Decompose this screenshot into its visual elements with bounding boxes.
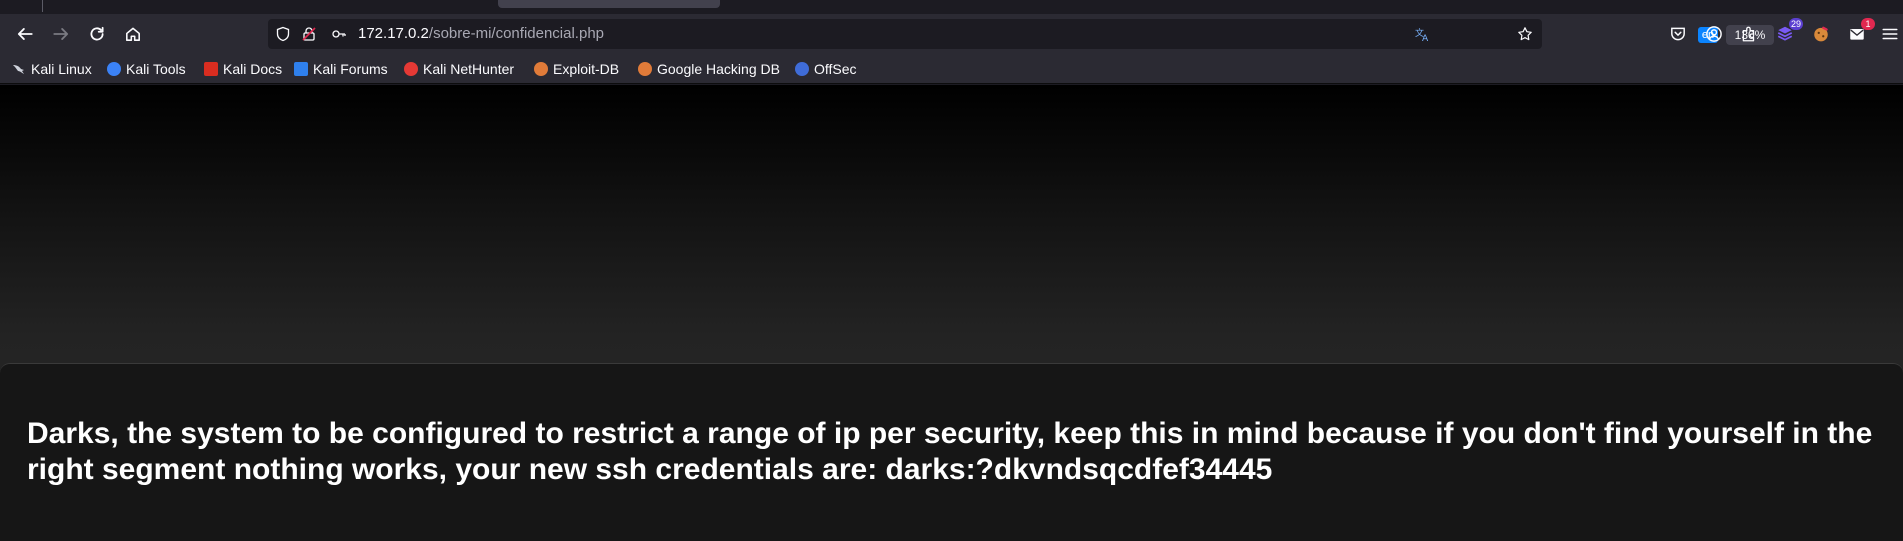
exploit-db-icon — [534, 62, 548, 76]
kali-nethunter-icon — [404, 62, 418, 76]
account-icon — [1706, 26, 1722, 42]
cookie-icon — [1814, 26, 1828, 42]
kali-tools-icon — [107, 62, 121, 76]
bookmark-label: Google Hacking DB — [657, 61, 780, 77]
ghdb-icon — [638, 62, 652, 76]
bookmark-kali-linux[interactable]: Kali Linux — [12, 59, 92, 79]
tracking-protection-shield-icon[interactable] — [274, 25, 292, 43]
bookmark-kali-nethunter[interactable]: Kali NetHunter — [404, 59, 514, 79]
bookmark-star-icon[interactable] — [1516, 25, 1534, 43]
home-button[interactable] — [119, 20, 147, 48]
active-tab[interactable] — [498, 0, 720, 8]
bookmark-label: Kali Linux — [31, 61, 92, 77]
translate-icon[interactable]: 文A — [1414, 25, 1432, 43]
back-button[interactable] — [11, 20, 39, 48]
account-button[interactable] — [1702, 22, 1726, 46]
credentials-message: Darks, the system to be configured to re… — [27, 417, 1873, 486]
bookmark-label: OffSec — [814, 61, 857, 77]
pocket-icon — [1671, 27, 1685, 41]
extension-one-button[interactable]: 29 — [1773, 18, 1803, 46]
bookmark-label: Kali Docs — [223, 61, 283, 77]
kali-docs-icon — [204, 62, 218, 76]
svg-text:A: A — [1422, 34, 1429, 42]
bookmark-kali-forums[interactable]: Kali Forums — [294, 59, 388, 79]
bookmark-kali-docs[interactable]: Kali Docs — [204, 59, 282, 79]
permissions-key-icon[interactable] — [330, 25, 348, 43]
extension-one-badge: 29 — [1788, 18, 1803, 30]
bookmark-kali-tools[interactable]: Kali Tools — [107, 59, 186, 79]
bookmark-exploit-db[interactable]: Exploit-DB — [534, 59, 619, 79]
back-arrow-icon — [17, 28, 33, 40]
forward-button[interactable] — [47, 20, 75, 48]
home-icon — [126, 27, 140, 41]
pocket-button[interactable] — [1666, 22, 1690, 46]
bookmark-offsec[interactable]: OffSec — [795, 59, 857, 79]
message-card: Darks, the system to be configured to re… — [0, 363, 1903, 541]
url-text[interactable]: 172.17.0.2/sobre-mi/confidencial.php — [358, 25, 604, 43]
kali-dragon-icon — [12, 62, 26, 76]
reload-icon — [90, 26, 104, 41]
page-content: Darks, the system to be configured to re… — [0, 85, 1903, 541]
bookmarks-toolbar: Kali Linux Kali Tools Kali Docs Kali For… — [0, 54, 1903, 84]
reload-button[interactable] — [83, 20, 111, 48]
extension-two-button[interactable]: 1 — [1845, 18, 1875, 46]
extension-two-badge: 1 — [1861, 18, 1875, 30]
forward-arrow-icon — [53, 28, 69, 40]
offsec-icon — [795, 62, 809, 76]
url-bar[interactable]: 172.17.0.2/sobre-mi/confidencial.php 文A … — [268, 19, 1774, 49]
bookmark-label: Kali Forums — [313, 61, 388, 77]
navigation-toolbar: 172.17.0.2/sobre-mi/confidencial.php 文A … — [0, 14, 1903, 54]
url-path: /sobre-mi/confidencial.php — [428, 25, 604, 42]
bookmark-label: Kali Tools — [126, 61, 186, 77]
extension-cookie-button[interactable] — [1809, 22, 1833, 46]
insecure-lock-icon[interactable] — [300, 25, 318, 43]
url-host: 172.17.0.2 — [358, 25, 429, 42]
bookmark-google-hacking-db[interactable]: Google Hacking DB — [638, 59, 780, 79]
tab-strip — [0, 0, 1903, 14]
bookmark-label: Exploit-DB — [553, 61, 620, 77]
hamburger-menu-icon — [1882, 28, 1898, 40]
bookmark-label: Kali NetHunter — [423, 61, 515, 77]
app-menu-button[interactable] — [1880, 22, 1900, 46]
tab-separator — [42, 0, 43, 12]
puzzle-piece-icon — [1742, 26, 1755, 42]
kali-forums-icon — [294, 62, 308, 76]
extensions-button[interactable] — [1737, 22, 1761, 46]
